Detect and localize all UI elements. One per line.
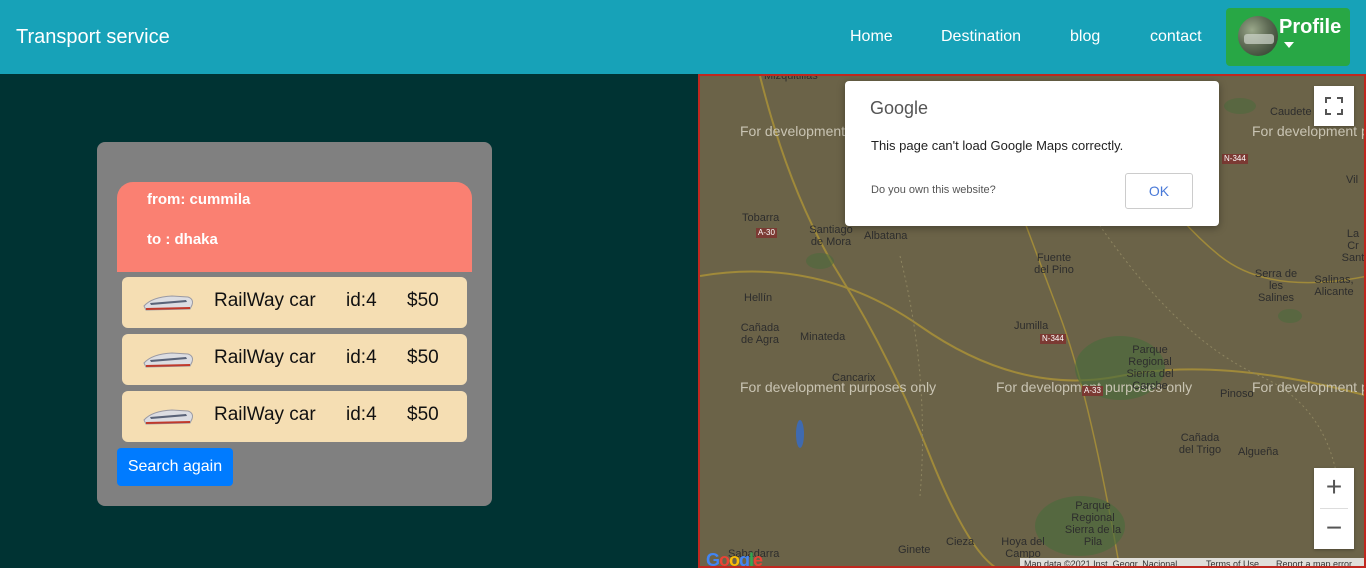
map-data-attribution: Map data ©2021 Inst. Geogr. Nacional bbox=[1024, 559, 1178, 568]
fullscreen-icon bbox=[1325, 97, 1343, 115]
nav-home[interactable]: Home bbox=[850, 28, 893, 46]
vehicle-name: RailWay car bbox=[214, 290, 316, 311]
map-place-label: Jumilla bbox=[1014, 320, 1049, 332]
map-place-label: Minateda bbox=[800, 331, 846, 343]
map-place-label: Algueña bbox=[1238, 446, 1279, 458]
zoom-out-button[interactable]: − bbox=[1314, 509, 1354, 549]
profile-dropdown-button[interactable]: Profile bbox=[1226, 8, 1350, 66]
route-header: from: cummila to : dhaka bbox=[117, 182, 472, 272]
map-place-label: Mizquitillas bbox=[764, 74, 818, 82]
train-icon bbox=[143, 409, 193, 425]
map-place-label: Hoya del Campo bbox=[1001, 536, 1045, 560]
map-place-label: Serra de les Salines bbox=[1254, 268, 1298, 304]
dialog-google-logo: Google bbox=[870, 98, 929, 118]
map-place-label: Parque Regional Sierra del Carche bbox=[1126, 344, 1174, 392]
vehicle-id: id:4 bbox=[346, 290, 377, 311]
own-website-link[interactable]: Do you own this website? bbox=[871, 184, 996, 196]
vehicle-price: $50 bbox=[407, 404, 439, 425]
search-result-card: from: cummila to : dhaka RailWay car id:… bbox=[97, 142, 492, 506]
map-place-label: Hellín bbox=[744, 292, 773, 304]
maps-error-dialog: Google This page can't load Google Maps … bbox=[845, 81, 1219, 226]
dialog-message: This page can't load Google Maps correct… bbox=[871, 138, 1124, 153]
route-from: from: cummila bbox=[147, 191, 251, 208]
vehicle-price: $50 bbox=[407, 290, 439, 311]
search-again-button[interactable]: Search again bbox=[117, 448, 233, 486]
brand-title[interactable]: Transport service bbox=[16, 26, 170, 49]
fullscreen-button[interactable] bbox=[1314, 86, 1354, 126]
caret-down-icon bbox=[1284, 42, 1294, 48]
nav-destination[interactable]: Destination bbox=[941, 28, 1021, 46]
route-to: to : dhaka bbox=[147, 231, 218, 248]
avatar bbox=[1238, 16, 1278, 56]
google-logo[interactable]: Google bbox=[706, 550, 763, 566]
zoom-control: + − bbox=[1314, 468, 1354, 549]
nav-contact[interactable]: contact bbox=[1150, 28, 1202, 46]
train-icon bbox=[143, 295, 193, 311]
map-place-label: Cancarix bbox=[832, 372, 876, 384]
map-place-label: Fuente del Pino bbox=[1034, 252, 1074, 276]
road-shield: A-33 bbox=[1082, 386, 1103, 396]
map-place-label: Cieza bbox=[946, 536, 975, 548]
map-place-label: Cañada de Agra bbox=[740, 322, 780, 346]
vehicle-name: RailWay car bbox=[214, 347, 316, 368]
map-place-label: Santiago de Mora bbox=[809, 224, 853, 248]
map-place-label: Caudete bbox=[1270, 106, 1312, 118]
map-place-label: Pinoso bbox=[1220, 388, 1254, 400]
map-place-label: Salinas, Alicante bbox=[1314, 274, 1354, 298]
vehicle-price: $50 bbox=[407, 347, 439, 368]
report-error-link[interactable]: Report a map error bbox=[1276, 558, 1352, 566]
map-place-label: Tobarra bbox=[742, 212, 780, 224]
map-place-label: Cañada del Trigo bbox=[1178, 432, 1222, 456]
dev-watermark: For development purposes only bbox=[1252, 379, 1364, 395]
map-footer: Map data ©2021 Inst. Geogr. Nacional Ter… bbox=[1020, 558, 1364, 568]
vehicle-name: RailWay car bbox=[214, 404, 316, 425]
map-place-label: Ginete bbox=[898, 544, 931, 556]
train-icon bbox=[143, 352, 193, 368]
map-place-label: La Cr Sant bbox=[1341, 228, 1365, 264]
map-place-label: Parque Regional Sierra de la Pila bbox=[1064, 500, 1122, 548]
road-shield: N-344 bbox=[1222, 154, 1248, 164]
vehicle-id: id:4 bbox=[346, 404, 377, 425]
nav-blog[interactable]: blog bbox=[1070, 28, 1100, 46]
terms-link[interactable]: Terms of Use bbox=[1206, 558, 1259, 566]
profile-label: Profile bbox=[1279, 16, 1342, 38]
map-place-label: Albatana bbox=[864, 230, 908, 242]
vehicle-item[interactable]: RailWay car id:4 $50 bbox=[122, 391, 467, 442]
vehicle-item[interactable]: RailWay car id:4 $50 bbox=[122, 277, 467, 328]
road-shield: A-30 bbox=[756, 228, 777, 238]
navbar: Transport service Home Destination blog … bbox=[0, 0, 1366, 74]
map-place-label: Vil bbox=[1346, 174, 1359, 186]
dialog-ok-button[interactable]: OK bbox=[1125, 173, 1193, 209]
vehicle-id: id:4 bbox=[346, 347, 377, 368]
zoom-in-button[interactable]: + bbox=[1314, 468, 1354, 508]
vehicle-item[interactable]: RailWay car id:4 $50 bbox=[122, 334, 467, 385]
road-shield: N-344 bbox=[1040, 334, 1066, 344]
